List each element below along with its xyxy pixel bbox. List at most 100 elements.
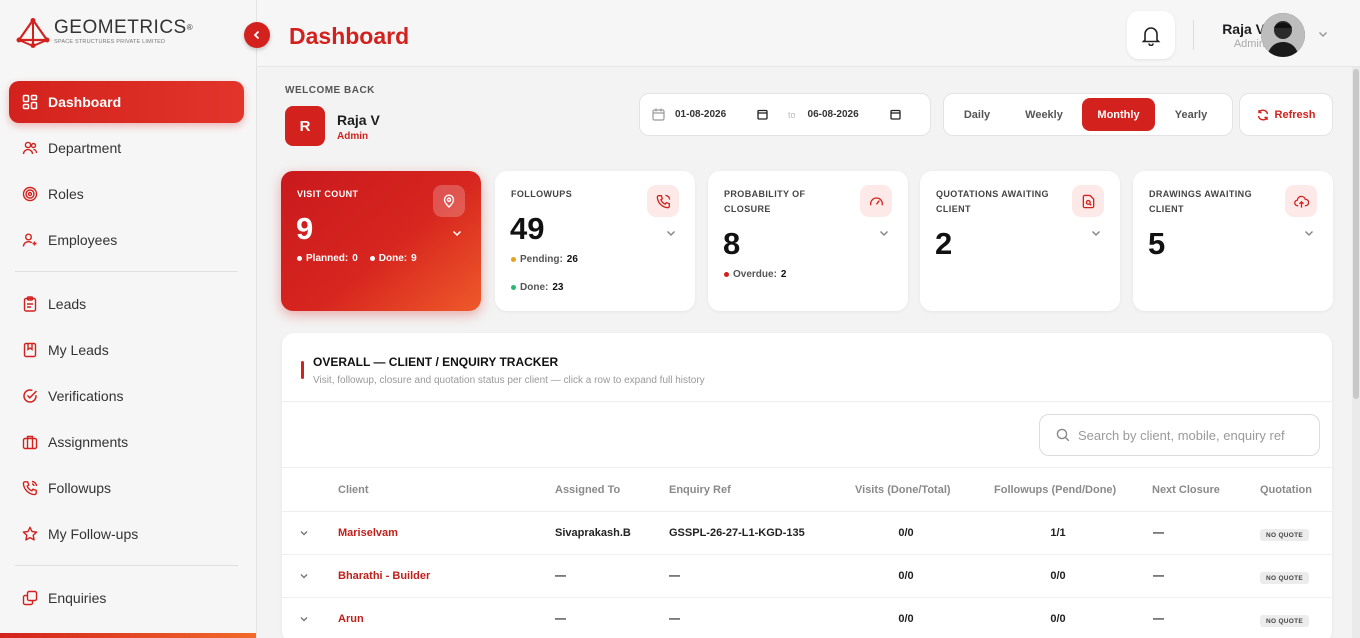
expand-chevron-icon[interactable] [878,227,890,239]
sidebar-item-followups[interactable]: Followups [9,467,244,509]
cell-client[interactable]: Bharathi - Builder [338,570,430,582]
cell-followups: 0/0 [1050,613,1066,625]
date-from-calendar-icon[interactable] [757,109,768,120]
chevron-left-icon [253,30,260,40]
cell-visits: 0/0 [898,527,914,539]
date-to-calendar-icon[interactable] [889,109,901,120]
sidebar-item-enquiries[interactable]: Enquiries [9,577,244,619]
stat-card-visit-count[interactable]: VISIT COUNT 9 Planned: 0 Done: 9 [281,171,481,311]
collapse-sidebar-button[interactable] [244,22,270,48]
sidebar-item-label: Dashboard [48,94,122,110]
section-accent-bar [301,361,304,379]
sidebar-item-label: Enquiries [48,590,107,606]
sidebar-item-my-leads[interactable]: My Leads [9,329,244,371]
stat-card-drawings-awaiting-client[interactable]: DRAWINGS AWAITING CLIENT 5 [1133,171,1333,311]
stat-label: PROBABILITY OF CLOSURE [724,189,806,214]
meta-label: Overdue: [733,269,777,280]
column-header-followups[interactable]: Followups (Pend/Done) [994,484,1116,496]
sidebar: GEOMETRICS® SPACE STRUCTURES PRIVATE LIM… [0,0,257,638]
sidebar-item-roles[interactable]: Roles [9,173,244,215]
notifications-button[interactable] [1127,11,1175,59]
copy-icon [21,590,38,607]
meta-value: 0 [352,253,358,264]
search-input[interactable] [1078,427,1318,443]
cloud-upload-icon [1285,185,1317,217]
expand-row-chevron-icon[interactable] [299,528,309,538]
page-scrollbar[interactable] [1352,67,1360,638]
period-daily-button[interactable]: Daily [952,98,1002,131]
stat-card-quotations-awaiting-client[interactable]: QUOTATIONS AWAITING CLIENT 2 [920,171,1120,311]
column-header-assigned-to[interactable]: Assigned To [555,484,620,496]
cell-enquiry-ref: — [669,570,680,582]
period-weekly-button[interactable]: Weekly [1016,98,1072,131]
stat-value: 2 [935,226,953,261]
date-from-field[interactable]: 01-08-2026 [675,109,757,120]
quotation-status-badge: NO QUOTE [1260,529,1310,541]
sidebar-item-assignments[interactable]: Assignments [9,421,244,463]
date-to-field[interactable]: 06-08-2026 [808,109,890,120]
gauge-icon [860,185,892,217]
expand-row-chevron-icon[interactable] [299,571,309,581]
sidebar-item-department[interactable]: Department [9,127,244,169]
meta-label: Done: [378,253,408,264]
tracker-subtitle: Visit, followup, closure and quotation s… [313,375,705,386]
cell-client[interactable]: Mariselvam [338,527,398,539]
user-name: Raja V [1222,21,1265,37]
calendar-icon [652,108,665,121]
stat-card-probability-of-closure[interactable]: PROBABILITY OF CLOSURE 8 Overdue: 2 [708,171,908,311]
brand-name: GEOMETRICS [54,17,187,38]
bookmark-book-icon [21,342,38,359]
column-header-quotation[interactable]: Quotation [1260,484,1312,496]
table-row[interactable]: Mariselvam Sivaprakash.B GSSPL-26-27-L1-… [282,511,1332,554]
scrollbar-thumb[interactable] [1353,69,1359,399]
sidebar-item-label: Leads [48,296,87,312]
brand-registered: ® [186,23,194,32]
column-header-client[interactable]: Client [338,484,369,496]
meta-value: 23 [552,282,564,293]
sidebar-item-verifications[interactable]: Verifications [9,375,244,417]
sidebar-item-leads[interactable]: Leads [9,283,244,325]
nav-divider [15,565,238,566]
expand-chevron-icon[interactable] [665,227,677,239]
table-row[interactable]: Arun — — 0/0 0/0 — NO QUOTE [282,597,1332,638]
cell-next-closure: — [1153,613,1164,625]
status-dot [511,257,516,262]
column-header-next-closure[interactable]: Next Closure [1152,484,1220,496]
status-dot [511,285,516,290]
stat-card-followups[interactable]: FOLLOWUPS 49 Pending: 26 Done: 23 [495,171,695,311]
sidebar-item-label: Department [48,140,122,156]
users-icon [21,140,38,157]
period-monthly-button[interactable]: Monthly [1082,98,1155,131]
sidebar-item-employees[interactable]: Employees [9,219,244,261]
user-menu-chevron-icon[interactable] [1317,28,1329,40]
sidebar-accent-bar [0,633,256,638]
refresh-button[interactable]: Refresh [1239,93,1333,136]
geometrics-logo-icon [16,18,50,48]
search-icon [1056,428,1070,442]
table-row[interactable]: Bharathi - Builder — — 0/0 0/0 — NO QUOT… [282,554,1332,597]
status-dot [724,272,729,277]
period-yearly-button[interactable]: Yearly [1164,98,1218,131]
client-enquiry-tracker: OVERALL — CLIENT / ENQUIRY TRACKER Visit… [282,333,1332,638]
grid-icon [21,94,38,111]
column-header-enquiry-ref[interactable]: Enquiry Ref [669,484,731,496]
tracker-search[interactable] [1039,414,1320,456]
sidebar-item-dashboard[interactable]: Dashboard [9,81,244,123]
stat-value: 5 [1148,226,1166,261]
cell-client[interactable]: Arun [338,613,364,625]
sidebar-item-my-follow-ups[interactable]: My Follow-ups [9,513,244,555]
cell-visits: 0/0 [898,570,914,582]
avatar[interactable] [1261,13,1305,57]
expand-row-chevron-icon[interactable] [299,614,309,624]
column-header-visits[interactable]: Visits (Done/Total) [855,484,951,496]
status-dot [297,256,302,261]
expand-chevron-icon[interactable] [1303,227,1315,239]
brand-logo[interactable]: GEOMETRICS® SPACE STRUCTURES PRIVATE LIM… [16,18,193,48]
expand-chevron-icon[interactable] [1090,227,1102,239]
cell-followups: 1/1 [1050,527,1066,539]
expand-chevron-icon[interactable] [451,227,463,239]
stat-meta-done: Done: 23 [511,282,563,293]
stat-value: 49 [510,211,545,246]
stat-value: 8 [723,226,741,261]
tracker-title: OVERALL — CLIENT / ENQUIRY TRACKER [313,355,559,369]
